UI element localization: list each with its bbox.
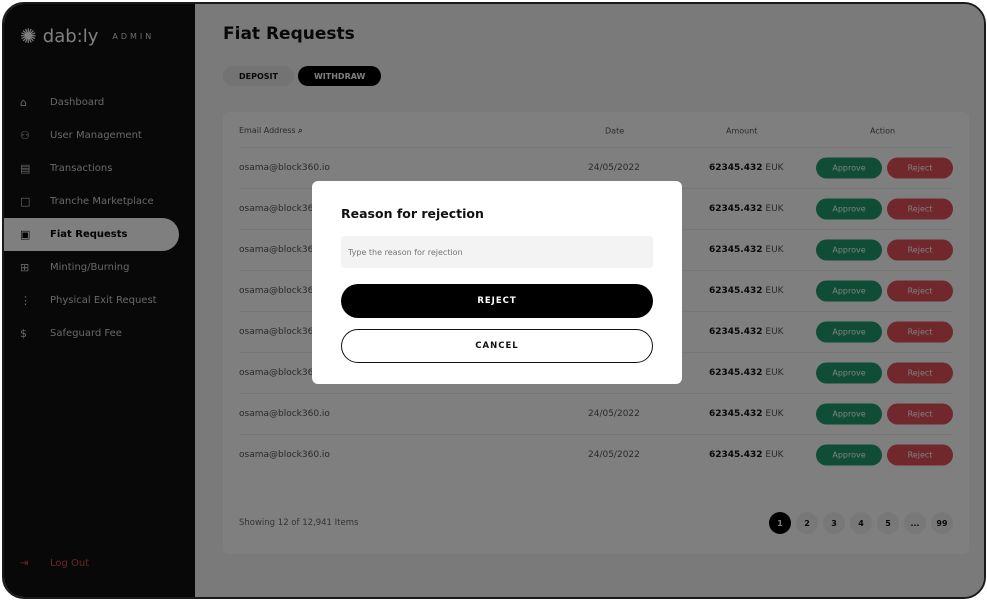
rejection-modal: Reason for rejection REJECT CANCEL [312, 181, 682, 384]
modal-title: Reason for rejection [341, 206, 484, 221]
rejection-reason-input[interactable] [341, 236, 653, 268]
cancel-button[interactable]: CANCEL [341, 329, 653, 363]
app-window: ✺ dab:ly ADMIN ⌂Dashboard⚇User Managemen… [2, 2, 986, 599]
reject-button[interactable]: REJECT [341, 284, 653, 318]
